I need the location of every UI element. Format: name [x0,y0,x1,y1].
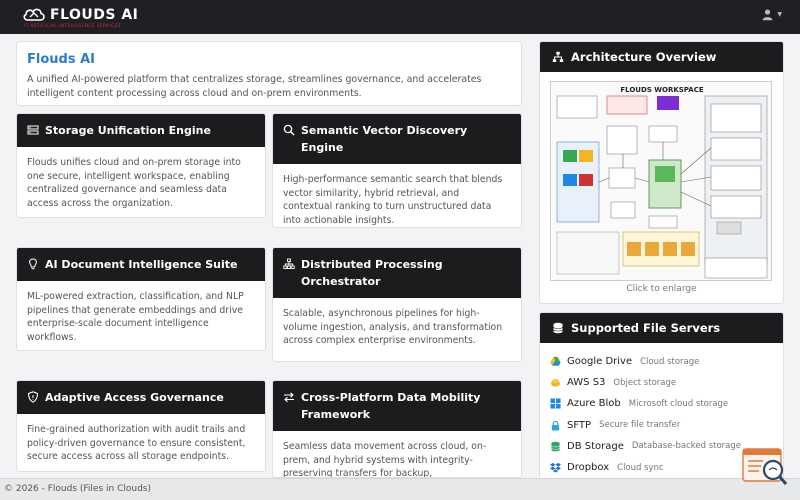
footer: © 2026 - Flouds (Files in Clouds) [0,478,800,500]
footer-copyright: © 2026 - Flouds (Files in Clouds) [4,484,151,494]
feature-description: Scalable, asynchronous pipelines for hig… [283,308,503,347]
feature-card-header: Cross-Platform Data Mobility Framework [273,381,521,431]
sitemap-icon [552,51,564,62]
intro-description: A unified AI-powered platform that centr… [27,74,482,99]
click-to-enlarge-caption: Click to enlarge [626,284,697,294]
architecture-title: Architecture Overview [571,50,717,64]
file-server-name: SFTP [567,419,592,431]
file-servers-title: Supported File Servers [571,321,721,335]
feature-title: Adaptive Access Governance [45,391,224,404]
file-server-desc: Cloud storage [640,356,700,367]
file-server-item[interactable]: AWS S3 Object storage [550,372,773,393]
windows-icon [550,398,561,410]
file-server-item[interactable]: Dropbox Cloud sync [550,457,773,478]
feature-card-header: Adaptive Access Governance [17,381,265,414]
file-server-name: DB Storage [567,440,624,452]
feature-title: AI Document Intelligence Suite [45,258,238,271]
storage-icon [27,125,39,135]
feature-card-header: Semantic Vector Discovery Engine [273,114,521,164]
search-icon [283,124,295,136]
database-icon [551,441,560,452]
file-server-item[interactable]: SFTP Secure file transfer [550,415,773,436]
feature-card-document-intelligence: AI Document Intelligence Suite ML-powere… [16,247,266,351]
file-server-name: Azure Blob [567,398,621,410]
intro-card: Flouds AI A unified AI-powered platform … [16,41,522,106]
page-title: Flouds AI [27,52,95,67]
file-server-name: Google Drive [567,356,633,368]
architecture-panel: Architecture Overview FLOUDS WORKSPACE C… [539,41,784,304]
feature-title: Storage Unification Engine [45,124,211,137]
feature-card-storage: Storage Unification Engine Flouds unifie… [16,113,266,218]
chevron-down-icon: ▼ [777,11,782,18]
feature-card-semantic-search: Semantic Vector Discovery Engine High-pe… [272,113,522,228]
feature-description: Fine-grained authorization with audit tr… [27,424,246,463]
feature-description: Seamless data movement across cloud, on-… [283,441,487,478]
feature-description: Flouds unifies cloud and on-prem storage… [27,157,241,209]
brand-name: FLOUDS AI [50,7,139,23]
file-server-item[interactable]: DB Storage Database-backed storage [550,436,773,457]
diagram-title: FLOUDS WORKSPACE [620,86,703,94]
top-navbar: FLOUDS AI IT ARTIFICIAL INTELLIGENCE SER… [0,0,800,34]
file-server-desc: Secure file transfer [599,420,681,431]
architecture-header: Architecture Overview [540,42,783,72]
feature-card-data-mobility: Cross-Platform Data Mobility Framework S… [272,380,522,478]
file-server-name: Dropbox [567,462,610,474]
feature-card-processing: Distributed Processing Orchestrator Scal… [272,247,522,362]
dropbox-icon [550,462,561,473]
brand-logo[interactable]: FLOUDS AI IT ARTIFICIAL INTELLIGENCE SER… [22,5,138,29]
transfer-arrows-icon [284,392,294,403]
lock-icon [551,420,560,431]
lightbulb-icon [29,258,37,270]
feature-card-access-governance: Adaptive Access Governance Fine-grained … [16,380,266,472]
feature-title: Semantic Vector Discovery Engine [301,124,468,154]
file-server-item[interactable]: Azure Blob Microsoft cloud storage [550,393,773,414]
file-servers-header: Supported File Servers [540,313,783,343]
aws-s3-icon [550,379,561,387]
file-server-desc: Object storage [613,377,677,388]
file-server-desc: Database-backed storage [631,441,742,452]
file-server-desc: Microsoft cloud storage [628,398,729,409]
feature-card-header: Storage Unification Engine [17,114,265,147]
feature-title: Cross-Platform Data Mobility Framework [301,391,481,421]
cloud-logo-icon [23,8,45,21]
database-icon [553,322,563,334]
shield-icon [27,391,39,403]
feature-description: High-performance semantic search that bl… [283,174,503,226]
document-search-fab[interactable] [741,447,789,487]
file-server-desc: Cloud sync [617,462,664,473]
architecture-diagram-image[interactable]: FLOUDS WORKSPACE [550,81,772,281]
file-server-item[interactable]: Google Drive Cloud storage [550,351,773,372]
user-menu-button[interactable]: ▼ [761,8,782,21]
feature-card-header: AI Document Intelligence Suite [17,248,265,281]
user-icon [763,9,773,21]
feature-description: ML-powered extraction, classification, a… [27,291,244,343]
file-server-name: AWS S3 [567,377,606,389]
feature-title: Distributed Processing Orchestrator [301,258,443,288]
document-search-icon [742,448,788,485]
google-drive-icon [550,357,561,366]
network-icon [283,258,295,269]
brand-tagline: IT ARTIFICIAL INTELLIGENCE SERVICES [24,24,121,29]
feature-card-header: Distributed Processing Orchestrator [273,248,521,298]
